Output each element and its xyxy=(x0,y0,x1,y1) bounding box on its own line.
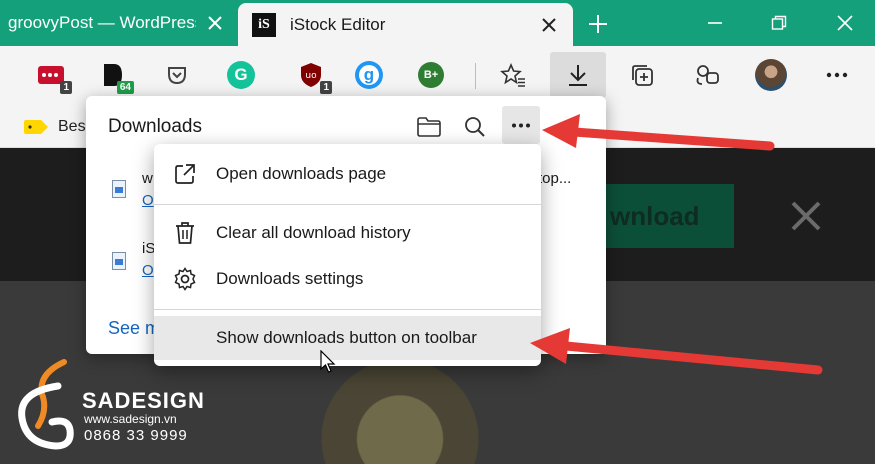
extension-badge: 1 xyxy=(60,81,72,94)
file-icon xyxy=(112,180,126,198)
svg-text:uo: uo xyxy=(305,71,317,81)
extension-badge: 1 xyxy=(320,81,332,94)
minimize-icon xyxy=(708,22,722,24)
istock-favicon-icon: iS xyxy=(252,12,276,37)
minimize-button[interactable] xyxy=(700,8,730,38)
feedback-icon xyxy=(696,65,719,85)
collections-button[interactable] xyxy=(625,58,659,92)
menu-item-label: Open downloads page xyxy=(216,164,387,183)
annotation-arrow-icon xyxy=(542,114,775,151)
pocket-icon xyxy=(168,67,186,85)
download-item-link[interactable]: O xyxy=(142,192,154,209)
profile-button[interactable] xyxy=(754,58,788,92)
tab-groovypost[interactable]: groovyPost — WordPress xyxy=(0,0,233,46)
downloads-more-options-button[interactable] xyxy=(502,106,540,144)
open-folder-button[interactable] xyxy=(414,112,444,142)
plus-icon xyxy=(589,15,607,33)
collections-icon xyxy=(632,65,653,86)
search-downloads-button[interactable] xyxy=(460,112,490,142)
tab-istock-editor[interactable]: iS iStock Editor xyxy=(238,3,573,46)
menu-item-label: Show downloads button on toolbar xyxy=(216,328,477,347)
docs-extension[interactable]: 64 xyxy=(96,58,134,94)
trash-icon xyxy=(172,220,198,246)
extension-badge: 64 xyxy=(116,81,134,94)
download-icon xyxy=(569,65,587,86)
settings-more-button[interactable] xyxy=(820,58,854,92)
menu-divider xyxy=(154,204,541,205)
tag-icon xyxy=(24,120,48,134)
favorite-item[interactable]: Bes xyxy=(24,118,86,136)
see-more-link[interactable]: See m xyxy=(108,318,160,339)
gear-icon xyxy=(172,266,198,292)
g-extension-label: g xyxy=(363,65,375,84)
menu-item-show-downloads-button[interactable]: Show downloads button on toolbar xyxy=(154,316,541,360)
close-icon[interactable] xyxy=(539,15,559,35)
close-window-button[interactable] xyxy=(830,8,860,38)
page-download-button[interactable]: wnload xyxy=(590,184,734,248)
downloads-title: Downloads xyxy=(108,116,202,137)
tab-strip: groovyPost — WordPress iS iStock Editor xyxy=(0,0,875,46)
download-item-link[interactable]: O xyxy=(142,262,154,279)
more-horizontal-icon xyxy=(512,123,530,127)
folder-icon xyxy=(417,117,441,137)
grammarly-extension[interactable]: G xyxy=(224,58,258,92)
tab-title: iStock Editor xyxy=(290,14,386,34)
downloads-toolbar-button[interactable] xyxy=(550,52,606,98)
file-icon xyxy=(112,252,126,270)
avatar xyxy=(755,59,787,91)
favorites-star-icon xyxy=(500,63,525,87)
bplus-label: B+ xyxy=(423,69,439,81)
ublock-icon: uo xyxy=(301,63,321,87)
favorites-button[interactable] xyxy=(496,58,530,92)
menu-item-clear-history[interactable]: Clear all download history xyxy=(154,211,541,255)
favorite-label: Bes xyxy=(58,118,86,135)
more-horizontal-icon xyxy=(826,72,848,78)
menu-divider xyxy=(154,309,541,310)
menu-item-open-downloads-page[interactable]: Open downloads page xyxy=(154,152,541,196)
download-item-name-end: top... xyxy=(538,170,572,187)
downloads-context-menu: Open downloads page Clear all download h… xyxy=(154,144,541,366)
bplus-extension[interactable]: B+ xyxy=(414,58,448,92)
ublock-extension[interactable]: uo 1 xyxy=(294,58,332,94)
restore-icon xyxy=(771,15,787,30)
search-icon xyxy=(465,117,485,137)
new-tab-button[interactable] xyxy=(584,10,612,38)
g-extension[interactable]: g xyxy=(352,58,386,92)
menu-item-downloads-settings[interactable]: Downloads settings xyxy=(154,257,541,301)
close-icon xyxy=(837,15,853,31)
lastpass-extension[interactable]: 1 xyxy=(34,58,72,94)
open-external-icon xyxy=(172,161,198,187)
menu-item-label: Downloads settings xyxy=(216,269,364,288)
restore-button[interactable] xyxy=(764,8,794,38)
watermark-brand: SADESIGN xyxy=(82,388,205,413)
pocket-extension[interactable] xyxy=(160,58,194,92)
watermark-phone: 0868 33 9999 xyxy=(84,427,188,444)
tab-title: groovyPost — WordPress xyxy=(8,13,196,32)
close-icon[interactable] xyxy=(205,13,225,33)
watermark-url: www.sadesign.vn xyxy=(84,412,177,426)
mouse-cursor-icon xyxy=(320,350,336,373)
toolbar-divider xyxy=(475,63,476,89)
page-close-icon[interactable] xyxy=(790,200,822,232)
grammarly-label: G xyxy=(234,65,248,84)
download-item-name[interactable]: w xyxy=(142,170,153,187)
annotation-arrow-icon xyxy=(530,328,823,375)
sadesign-logo-icon xyxy=(18,359,74,450)
menu-item-label: Clear all download history xyxy=(216,223,411,242)
feedback-button[interactable] xyxy=(690,58,724,92)
